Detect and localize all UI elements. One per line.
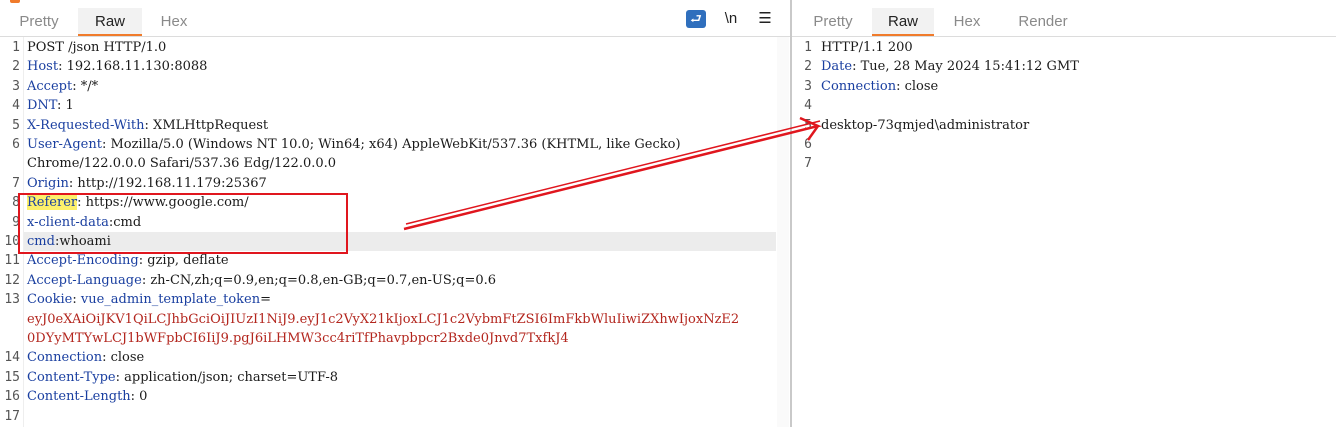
line-number: 16 (4, 389, 20, 405)
cookie-equals: = (260, 292, 271, 308)
wrap-lines-icon[interactable]: ⮐ (686, 10, 706, 28)
header-name: X-Requested-With (27, 117, 145, 133)
request-line: User-Agent: Mozilla/5.0 (Windows NT 10.0… (27, 137, 681, 152)
line-number: 14 (4, 350, 20, 366)
line-number: 15 (4, 369, 20, 385)
tab-hex[interactable]: Hex (148, 8, 200, 36)
request-line: X-Requested-With: XMLHttpRequest (27, 118, 268, 133)
line-number: 3 (804, 78, 812, 94)
header-name: Accept (27, 78, 73, 94)
header-value: : 1 (57, 98, 74, 114)
header-value: : close (102, 350, 145, 366)
request-line: Accept-Encoding: gzip, deflate (27, 253, 229, 268)
header-name: POST /json HTTP/1.0 (27, 40, 167, 55)
request-line: Content-Length: 0 (27, 389, 147, 404)
response-line: Connection: close (821, 79, 938, 94)
header-value: : 0 (130, 389, 148, 405)
request-line: POST /json HTTP/1.0 (27, 40, 166, 55)
cookie-value: eyJ0eXAiOiJKV1QiLCJhbGciOiJIUzI1NiJ9.eyJ… (27, 311, 740, 327)
header-name: Origin (27, 175, 69, 191)
header-name: Accept-Language (27, 272, 142, 288)
request-line: Origin: http://192.168.11.179:25367 (27, 176, 267, 191)
line-number: 17 (4, 408, 20, 424)
header-value: : 192.168.11.130:8088 (58, 59, 208, 75)
tab-pretty[interactable]: Pretty (800, 8, 866, 36)
line-number: 5 (12, 117, 20, 133)
request-line: Content-Type: application/json; charset=… (27, 370, 338, 385)
line-number: 1 (804, 40, 812, 55)
menu-icon[interactable]: ☰ (754, 10, 776, 28)
header-name: Date (821, 59, 853, 75)
tab-render[interactable]: Render (1004, 8, 1082, 36)
line-number: 7 (804, 156, 812, 172)
header-name: Connection (27, 350, 103, 366)
line-number: 9 (12, 214, 20, 230)
line-number: 10 (4, 234, 20, 249)
annotation-highlight-box (18, 193, 348, 254)
header-name: Cookie (27, 292, 73, 308)
header-value: : gzip, deflate (138, 253, 229, 269)
cookie-name: vue_admin_template_token (80, 292, 261, 308)
response-text: desktop-73qmjed\administrator (821, 117, 1030, 133)
line-number: 5 (804, 117, 812, 133)
request-line: Chrome/122.0.0.0 Safari/537.36 Edg/122.0… (27, 156, 336, 171)
line-number: 6 (12, 137, 20, 152)
request-line: Accept: */* (27, 79, 98, 94)
header-value: : */* (72, 78, 99, 94)
line-number: 2 (804, 59, 812, 75)
tab-pretty[interactable]: Pretty (8, 8, 70, 36)
request-line: Accept-Language: zh-CN,zh;q=0.9,en;q=0.8… (27, 273, 496, 288)
header-name: Content-Length (27, 389, 131, 405)
header-name: DNT (27, 98, 58, 114)
header-value: : Tue, 28 May 2024 15:41:12 GMT (852, 59, 1079, 75)
tab-hex[interactable]: Hex (942, 8, 992, 36)
tab-raw[interactable]: Raw (78, 8, 142, 36)
tab-raw[interactable]: Raw (872, 8, 934, 36)
request-line: Host: 192.168.11.130:8088 (27, 59, 207, 74)
response-line: HTTP/1.1 200 (821, 40, 913, 55)
line-number: 12 (4, 272, 20, 288)
response-line: desktop-73qmjed\administrator (821, 118, 1029, 133)
response-editor[interactable]: 1 HTTP/1.1 200 2 Date: Tue, 28 May 2024 15:… (792, 37, 1336, 427)
line-number: 8 (12, 195, 20, 211)
header-value: : Mozilla/5.0 (Windows NT 10.0; Win64; x… (101, 137, 681, 152)
line-number: 11 (4, 253, 20, 269)
line-number: 6 (804, 137, 812, 152)
request-line: 0DYyMTYwLCJ1bWFpbCI6IiJ9.pgJ6iLHMW3cc4ri… (27, 331, 569, 346)
header-value: : XMLHttpRequest (144, 117, 269, 133)
response-line: Date: Tue, 28 May 2024 15:41:12 GMT (821, 59, 1079, 74)
line-number: 7 (12, 175, 20, 191)
header-value: Chrome/122.0.0.0 Safari/537.36 Edg/122.0… (27, 156, 337, 172)
header-value: : http://192.168.11.179:25367 (68, 175, 267, 191)
header-name: Host (27, 59, 59, 75)
header-name: Accept-Encoding (27, 253, 139, 269)
response-text: HTTP/1.1 200 (821, 40, 913, 55)
request-tabbar: Pretty Raw Hex ⮐ \n ☰ (0, 0, 790, 37)
line-number: 4 (12, 98, 20, 114)
request-line: eyJ0eXAiOiJKV1QiLCJhbGciOiJIUzI1NiJ9.eyJ… (27, 312, 739, 327)
header-value: : (72, 292, 81, 308)
response-tabbar: Pretty Raw Hex Render (792, 0, 1336, 37)
request-line: DNT: 1 (27, 98, 74, 113)
request-line: Connection: close (27, 350, 144, 365)
line-number: 4 (804, 98, 812, 114)
header-value: : application/json; charset=UTF-8 (115, 369, 339, 385)
header-name: User-Agent (27, 137, 102, 152)
cookie-value: 0DYyMTYwLCJ1bWFpbCI6IiJ9.pgJ6iLHMW3cc4ri… (27, 331, 569, 346)
line-number: 2 (12, 59, 20, 75)
request-line: Cookie: vue_admin_template_token= (27, 292, 271, 307)
line-number: 1 (12, 40, 20, 55)
header-name: Content-Type (27, 369, 116, 385)
response-pane: Pretty Raw Hex Render 1 HTTP/1.1 200 2 Date… (792, 0, 1336, 427)
line-number: 13 (4, 292, 20, 308)
line-number: 3 (12, 78, 20, 94)
newline-toggle-icon[interactable]: \n (720, 10, 742, 28)
header-value: : zh-CN,zh;q=0.9,en;q=0.8,en-GB;q=0.7,en… (141, 272, 497, 288)
header-value: : close (896, 78, 939, 94)
header-name: Connection (821, 78, 897, 94)
